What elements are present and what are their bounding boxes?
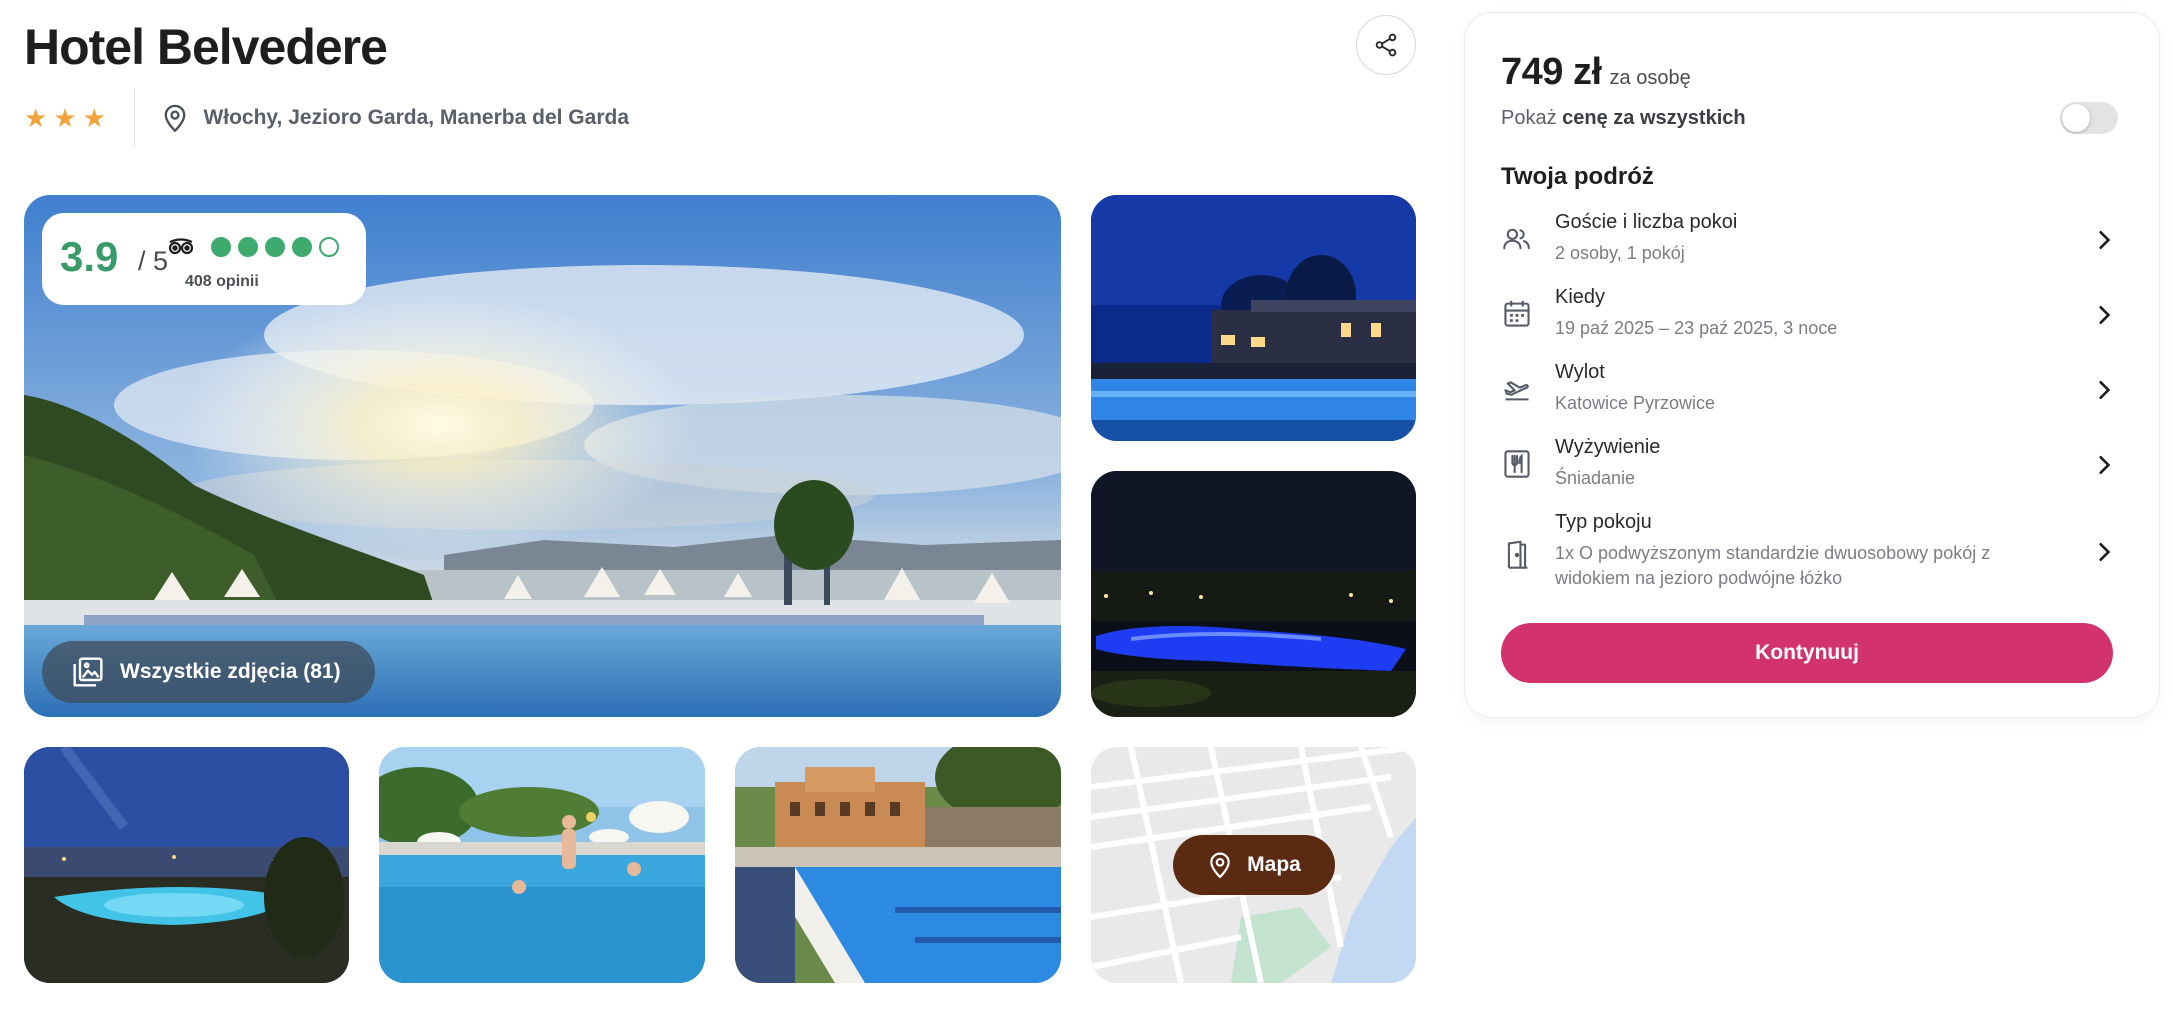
- trip-row-board[interactable]: Wyżywienie Śniadanie: [1485, 436, 2141, 500]
- rating-dot-filled: [265, 237, 285, 257]
- gallery-photo[interactable]: [1091, 195, 1416, 441]
- calendar-icon: [1501, 298, 1533, 330]
- trip-row-dates[interactable]: Kiedy 19 paź 2025 – 23 paź 2025, 3 noce: [1485, 286, 2141, 350]
- trip-row-label: Typ pokoju: [1555, 511, 1652, 533]
- trip-heading: Twoja podróż: [1501, 163, 1654, 190]
- booking-card: 749 zł za osobę Pokaż cenę za wszystkich…: [1464, 12, 2160, 718]
- cutlery-icon: [1501, 448, 1533, 480]
- trip-row-value: Katowice Pyrzowice: [1555, 393, 1716, 413]
- gallery-photo[interactable]: [735, 747, 1061, 983]
- trip-row-guests[interactable]: Goście i liczba pokoi 2 osoby, 1 pokój: [1485, 211, 2141, 275]
- price: 749 zł za osobę: [1501, 51, 1691, 94]
- rating-max: / 5: [138, 246, 169, 276]
- trip-row-value: 19 paź 2025 – 23 paź 2025, 3 noce: [1555, 318, 1838, 338]
- toggle-knob: [2062, 104, 2090, 132]
- photo-pool-night: [1091, 471, 1416, 717]
- trip-row-label: Wylot: [1555, 361, 1605, 383]
- chevron-right-icon: [2097, 454, 2111, 476]
- all-photos-label: Wszystkie zdjęcia (81): [120, 660, 341, 683]
- all-photos-button[interactable]: Wszystkie zdjęcia (81): [42, 641, 375, 703]
- rating-dot-filled: [238, 237, 258, 257]
- gallery-photo[interactable]: [24, 747, 349, 983]
- hotel-stars: ★ ★ ★: [24, 105, 106, 131]
- hotel-meta: ★ ★ ★ Włochy, Jezioro Garda, Manerba del…: [24, 88, 629, 148]
- trip-row-value: 2 osoby, 1 pokój: [1555, 243, 1685, 263]
- photo-gallery-icon: [73, 657, 103, 687]
- photo-pool-night-building: [1091, 195, 1416, 441]
- rating-dot-empty: [319, 237, 339, 257]
- trip-row-label: Kiedy: [1555, 286, 1606, 308]
- star-icon: ★: [53, 103, 77, 133]
- hotel-title: Hotel Belvedere: [24, 19, 388, 75]
- trip-row-value: Śniadanie: [1555, 468, 1636, 488]
- rating-dot-filled: [211, 237, 231, 257]
- share-button[interactable]: [1356, 15, 1416, 75]
- total-price-toggle[interactable]: [2060, 102, 2118, 134]
- star-icon: ★: [24, 103, 48, 133]
- rating-card[interactable]: 3.9 / 5 408 opinii: [42, 213, 366, 305]
- share-icon: [1375, 33, 1397, 57]
- door-icon: [1501, 539, 1533, 571]
- review-count: 408 opinii: [185, 273, 259, 290]
- photo-pool-dusk: [24, 747, 349, 983]
- rating-dots: [211, 237, 339, 257]
- tripadvisor-rating: [167, 237, 339, 257]
- chevron-right-icon: [2097, 229, 2111, 251]
- price-amount: 749 zł: [1501, 51, 1602, 93]
- rating-dot-filled: [292, 237, 312, 257]
- photo-pool-volleyball: [379, 747, 705, 983]
- rating-score: 3.9: [60, 233, 119, 280]
- main-photo[interactable]: 3.9 / 5 408 opinii Wszystkie zdjęcia (81…: [24, 195, 1061, 717]
- continue-button[interactable]: Kontynuuj: [1501, 623, 2113, 683]
- price-unit: za osobę: [1609, 67, 1691, 89]
- chevron-right-icon: [2097, 304, 2111, 326]
- tripadvisor-owl-icon: [168, 238, 194, 255]
- chevron-right-icon: [2097, 379, 2111, 401]
- chevron-right-icon: [2097, 541, 2111, 563]
- map-button[interactable]: Mapa: [1173, 835, 1335, 895]
- map-button-label: Mapa: [1247, 853, 1301, 876]
- trip-row-label: Goście i liczba pokoi: [1555, 211, 1738, 233]
- photo-pool-hotel-terrace: [735, 747, 1061, 983]
- map-pin-icon: [161, 103, 189, 133]
- gallery-photo[interactable]: [1091, 471, 1416, 717]
- trip-row-value: 1x O podwyższonym standardzie dwuosobowy…: [1555, 543, 1991, 588]
- hotel-location[interactable]: Włochy, Jezioro Garda, Manerba del Garda: [203, 106, 629, 130]
- plane-departure-icon: [1501, 373, 1533, 405]
- users-icon: [1501, 223, 1533, 255]
- map-pin-icon: [1210, 852, 1230, 879]
- gallery-photo[interactable]: [379, 747, 705, 983]
- trip-row-room[interactable]: Typ pokoju 1x O podwyższonym standardzie…: [1485, 511, 2141, 601]
- show-total-price-label: Pokaż cenę za wszystkich: [1501, 107, 1746, 129]
- trip-row-flight[interactable]: Wylot Katowice Pyrzowice: [1485, 361, 2141, 425]
- divider: [133, 88, 136, 148]
- trip-row-label: Wyżywienie: [1555, 436, 1661, 458]
- star-icon: ★: [82, 103, 106, 133]
- map-tile[interactable]: Mapa: [1091, 747, 1416, 983]
